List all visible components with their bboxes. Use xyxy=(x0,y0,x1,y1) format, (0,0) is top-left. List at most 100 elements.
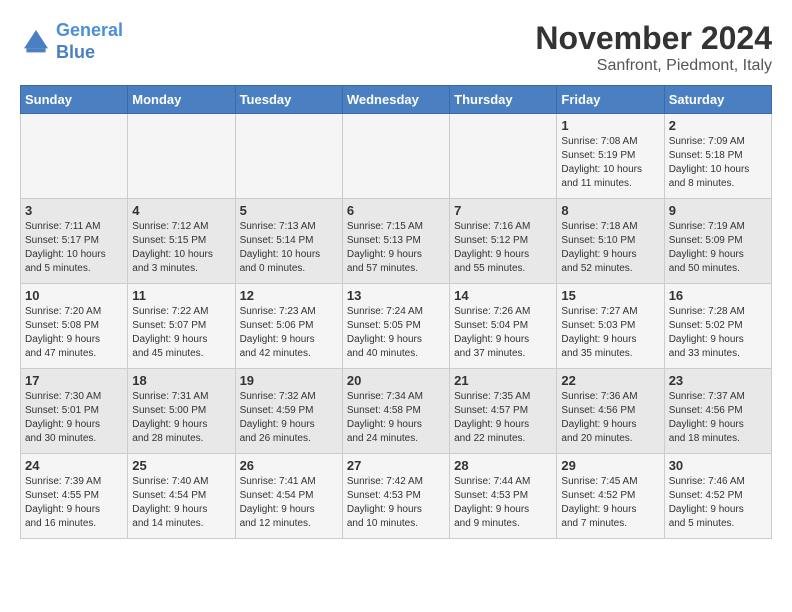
header-tuesday: Tuesday xyxy=(235,86,342,114)
day-info: Sunrise: 7:27 AM Sunset: 5:03 PM Dayligh… xyxy=(561,305,659,361)
day-info: Sunrise: 7:36 AM Sunset: 4:56 PM Dayligh… xyxy=(561,390,659,446)
calendar-cell: 17 Sunrise: 7:30 AM Sunset: 5:01 PM Dayli… xyxy=(21,369,128,454)
day-number: 26 xyxy=(240,458,338,473)
calendar-week-1: 1 Sunrise: 7:08 AM Sunset: 5:19 PM Daylig… xyxy=(21,114,772,199)
day-number: 3 xyxy=(25,203,123,218)
day-number: 17 xyxy=(25,373,123,388)
day-info: Sunrise: 7:08 AM Sunset: 5:19 PM Dayligh… xyxy=(561,135,659,191)
calendar-cell xyxy=(450,114,557,199)
day-info: Sunrise: 7:24 AM Sunset: 5:05 PM Dayligh… xyxy=(347,305,445,361)
calendar-cell: 20 Sunrise: 7:34 AM Sunset: 4:58 PM Dayli… xyxy=(342,369,449,454)
calendar-week-3: 10Sunrise: 7:20 AM Sunset: 5:08 PM Dayli… xyxy=(21,284,772,369)
calendar-cell: 25Sunrise: 7:40 AM Sunset: 4:54 PM Dayli… xyxy=(128,454,235,539)
calendar-cell: 18Sunrise: 7:31 AM Sunset: 5:00 PM Dayli… xyxy=(128,369,235,454)
calendar-cell: 4 Sunrise: 7:12 AM Sunset: 5:15 PM Daylig… xyxy=(128,199,235,284)
calendar-cell: 10Sunrise: 7:20 AM Sunset: 5:08 PM Dayli… xyxy=(21,284,128,369)
calendar-cell: 29 Sunrise: 7:45 AM Sunset: 4:52 PM Dayli… xyxy=(557,454,664,539)
day-number: 7 xyxy=(454,203,552,218)
page-header: General Blue November 2024 Sanfront, Pie… xyxy=(20,20,772,75)
calendar-cell: 14Sunrise: 7:26 AM Sunset: 5:04 PM Dayli… xyxy=(450,284,557,369)
logo-line1: General xyxy=(56,20,123,40)
day-info: Sunrise: 7:23 AM Sunset: 5:06 PM Dayligh… xyxy=(240,305,338,361)
day-info: Sunrise: 7:31 AM Sunset: 5:00 PM Dayligh… xyxy=(132,390,230,446)
calendar-cell: 26Sunrise: 7:41 AM Sunset: 4:54 PM Dayli… xyxy=(235,454,342,539)
calendar-cell: 8 Sunrise: 7:18 AM Sunset: 5:10 PM Daylig… xyxy=(557,199,664,284)
day-number: 24 xyxy=(25,458,123,473)
day-info: Sunrise: 7:19 AM Sunset: 5:09 PM Dayligh… xyxy=(669,220,767,276)
day-info: Sunrise: 7:30 AM Sunset: 5:01 PM Dayligh… xyxy=(25,390,123,446)
day-info: Sunrise: 7:09 AM Sunset: 5:18 PM Dayligh… xyxy=(669,135,767,191)
day-info: Sunrise: 7:12 AM Sunset: 5:15 PM Dayligh… xyxy=(132,220,230,276)
calendar-cell: 9Sunrise: 7:19 AM Sunset: 5:09 PM Daylig… xyxy=(664,199,771,284)
calendar-cell: 19 Sunrise: 7:32 AM Sunset: 4:59 PM Dayli… xyxy=(235,369,342,454)
calendar-cell xyxy=(21,114,128,199)
header-sunday: Sunday xyxy=(21,86,128,114)
calendar-cell: 30 Sunrise: 7:46 AM Sunset: 4:52 PM Dayli… xyxy=(664,454,771,539)
day-info: Sunrise: 7:15 AM Sunset: 5:13 PM Dayligh… xyxy=(347,220,445,276)
header-wednesday: Wednesday xyxy=(342,86,449,114)
calendar-cell: 7 Sunrise: 7:16 AM Sunset: 5:12 PM Daylig… xyxy=(450,199,557,284)
header-saturday: Saturday xyxy=(664,86,771,114)
calendar-header: SundayMondayTuesdayWednesdayThursdayFrid… xyxy=(21,86,772,114)
day-number: 20 xyxy=(347,373,445,388)
logo-icon xyxy=(20,26,52,58)
day-number: 28 xyxy=(454,458,552,473)
calendar-cell: 27Sunrise: 7:42 AM Sunset: 4:53 PM Dayli… xyxy=(342,454,449,539)
calendar-cell: 3 Sunrise: 7:11 AM Sunset: 5:17 PM Daylig… xyxy=(21,199,128,284)
day-info: Sunrise: 7:13 AM Sunset: 5:14 PM Dayligh… xyxy=(240,220,338,276)
calendar-cell: 5 Sunrise: 7:13 AM Sunset: 5:14 PM Daylig… xyxy=(235,199,342,284)
calendar-body: 1 Sunrise: 7:08 AM Sunset: 5:19 PM Daylig… xyxy=(21,114,772,539)
logo: General Blue xyxy=(20,20,123,63)
day-number: 6 xyxy=(347,203,445,218)
day-number: 1 xyxy=(561,118,659,133)
day-number: 11 xyxy=(132,288,230,303)
day-number: 12 xyxy=(240,288,338,303)
day-info: Sunrise: 7:35 AM Sunset: 4:57 PM Dayligh… xyxy=(454,390,552,446)
location: Sanfront, Piedmont, Italy xyxy=(535,57,772,75)
day-info: Sunrise: 7:32 AM Sunset: 4:59 PM Dayligh… xyxy=(240,390,338,446)
calendar-cell: 24Sunrise: 7:39 AM Sunset: 4:55 PM Dayli… xyxy=(21,454,128,539)
day-info: Sunrise: 7:40 AM Sunset: 4:54 PM Dayligh… xyxy=(132,475,230,531)
calendar-cell: 12 Sunrise: 7:23 AM Sunset: 5:06 PM Dayli… xyxy=(235,284,342,369)
calendar-table: SundayMondayTuesdayWednesdayThursdayFrid… xyxy=(20,85,772,539)
day-info: Sunrise: 7:28 AM Sunset: 5:02 PM Dayligh… xyxy=(669,305,767,361)
title-block: November 2024 Sanfront, Piedmont, Italy xyxy=(535,20,772,75)
day-number: 5 xyxy=(240,203,338,218)
calendar-cell: 6 Sunrise: 7:15 AM Sunset: 5:13 PM Daylig… xyxy=(342,199,449,284)
calendar-cell: 2 Sunrise: 7:09 AM Sunset: 5:18 PM Daylig… xyxy=(664,114,771,199)
day-number: 16 xyxy=(669,288,767,303)
day-info: Sunrise: 7:42 AM Sunset: 4:53 PM Dayligh… xyxy=(347,475,445,531)
day-info: Sunrise: 7:11 AM Sunset: 5:17 PM Dayligh… xyxy=(25,220,123,276)
calendar-cell: 1 Sunrise: 7:08 AM Sunset: 5:19 PM Daylig… xyxy=(557,114,664,199)
calendar-cell xyxy=(128,114,235,199)
day-number: 19 xyxy=(240,373,338,388)
day-number: 22 xyxy=(561,373,659,388)
day-info: Sunrise: 7:44 AM Sunset: 4:53 PM Dayligh… xyxy=(454,475,552,531)
day-info: Sunrise: 7:22 AM Sunset: 5:07 PM Dayligh… xyxy=(132,305,230,361)
day-info: Sunrise: 7:34 AM Sunset: 4:58 PM Dayligh… xyxy=(347,390,445,446)
day-number: 10 xyxy=(25,288,123,303)
month-title: November 2024 xyxy=(535,20,772,57)
header-monday: Monday xyxy=(128,86,235,114)
header-friday: Friday xyxy=(557,86,664,114)
day-info: Sunrise: 7:18 AM Sunset: 5:10 PM Dayligh… xyxy=(561,220,659,276)
day-number: 2 xyxy=(669,118,767,133)
day-number: 30 xyxy=(669,458,767,473)
calendar-week-4: 17 Sunrise: 7:30 AM Sunset: 5:01 PM Dayli… xyxy=(21,369,772,454)
day-info: Sunrise: 7:46 AM Sunset: 4:52 PM Dayligh… xyxy=(669,475,767,531)
header-thursday: Thursday xyxy=(450,86,557,114)
calendar-cell: 23Sunrise: 7:37 AM Sunset: 4:56 PM Dayli… xyxy=(664,369,771,454)
day-number: 29 xyxy=(561,458,659,473)
day-info: Sunrise: 7:26 AM Sunset: 5:04 PM Dayligh… xyxy=(454,305,552,361)
logo-line2: Blue xyxy=(56,42,95,62)
day-number: 4 xyxy=(132,203,230,218)
day-number: 8 xyxy=(561,203,659,218)
calendar-cell: 22 Sunrise: 7:36 AM Sunset: 4:56 PM Dayli… xyxy=(557,369,664,454)
calendar-cell: 13Sunrise: 7:24 AM Sunset: 5:05 PM Dayli… xyxy=(342,284,449,369)
day-info: Sunrise: 7:45 AM Sunset: 4:52 PM Dayligh… xyxy=(561,475,659,531)
calendar-cell: 21Sunrise: 7:35 AM Sunset: 4:57 PM Dayli… xyxy=(450,369,557,454)
day-number: 23 xyxy=(669,373,767,388)
calendar-cell xyxy=(235,114,342,199)
day-info: Sunrise: 7:16 AM Sunset: 5:12 PM Dayligh… xyxy=(454,220,552,276)
calendar-cell: 11 Sunrise: 7:22 AM Sunset: 5:07 PM Dayli… xyxy=(128,284,235,369)
